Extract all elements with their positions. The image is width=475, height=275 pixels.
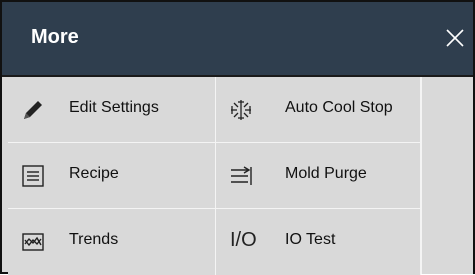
purge-arrows-icon (228, 163, 254, 189)
menu-item-io-test[interactable]: I/O IO Test (216, 209, 421, 275)
menu-item-auto-cool-stop[interactable]: Auto Cool Stop (216, 77, 421, 143)
menu-item-edit-settings[interactable]: Edit Settings (8, 77, 216, 143)
menu-item-label: IO Test (285, 231, 336, 248)
menu-item-mold-purge[interactable]: Mold Purge (216, 143, 421, 209)
dialog-title: More (31, 26, 79, 48)
menu-item-label: Auto Cool Stop (285, 99, 393, 116)
menu-item-label: Edit Settings (69, 99, 159, 116)
document-list-icon (20, 163, 46, 189)
side-panel (421, 77, 473, 274)
pencil-icon (20, 97, 46, 123)
close-icon[interactable] (437, 20, 473, 56)
menu-item-label: Mold Purge (285, 165, 367, 182)
menu-item-recipe[interactable]: Recipe (8, 143, 216, 209)
menu-item-label: Recipe (69, 165, 119, 182)
dialog-header: More (2, 2, 473, 77)
menu-item-label: Trends (69, 231, 119, 248)
snowflake-icon (228, 97, 254, 123)
io-icon: I/O (230, 229, 257, 251)
more-dialog: More Edit Settings Auto Cool Stop Recipe… (0, 0, 475, 275)
menu-grid: Edit Settings Auto Cool Stop Recipe Mold… (8, 77, 421, 275)
trend-chart-icon (20, 229, 46, 255)
menu-item-trends[interactable]: Trends (8, 209, 216, 275)
